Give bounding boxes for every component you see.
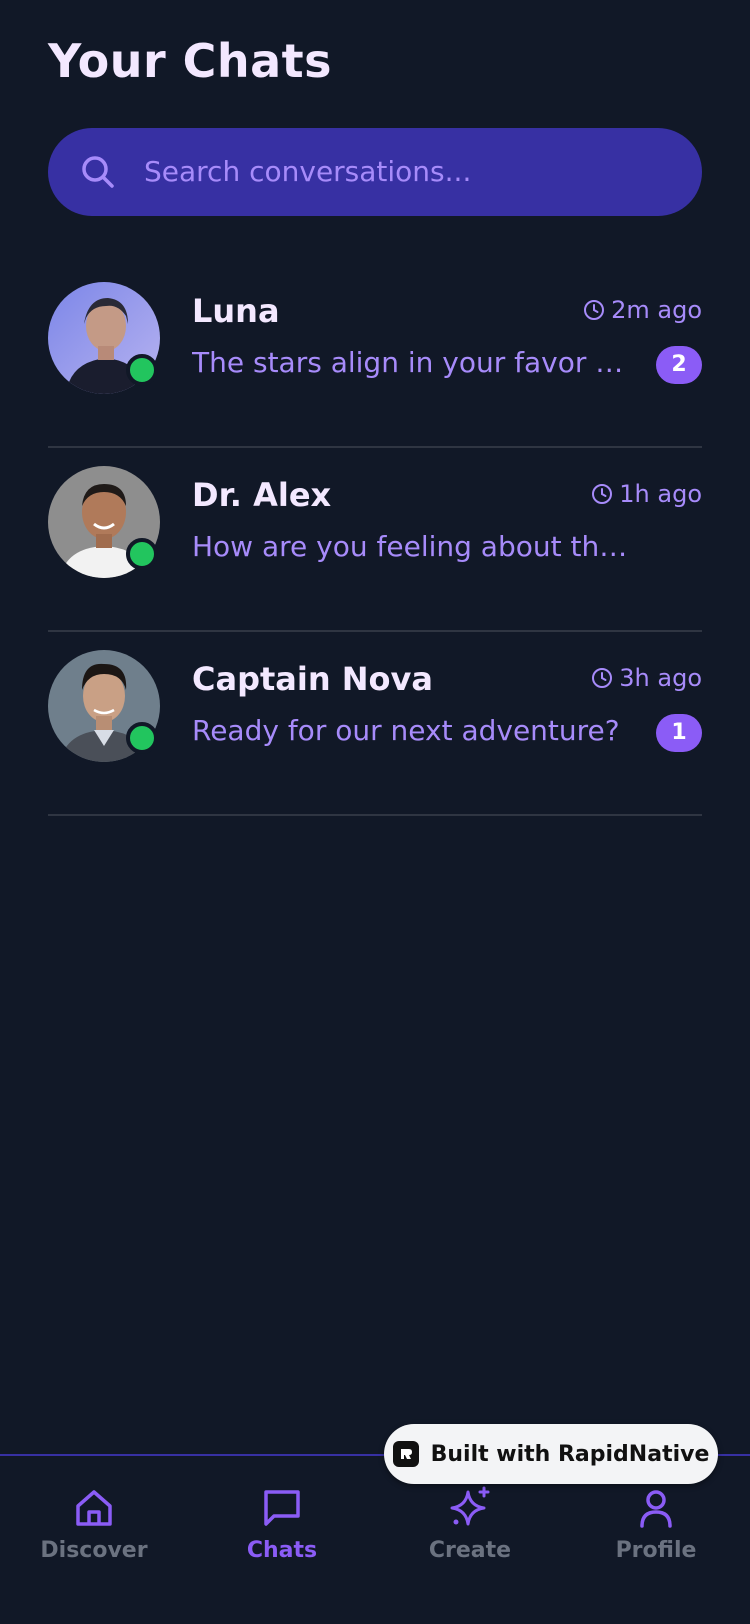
sparkle-icon bbox=[390, 1486, 550, 1530]
nav-tab-discover[interactable]: Discover bbox=[14, 1486, 174, 1560]
chat-name: Dr. Alex bbox=[192, 476, 332, 514]
chat-name: Luna bbox=[192, 292, 280, 330]
chat-timestamp: 3h ago bbox=[591, 664, 702, 692]
nav-tab-chats[interactable]: Chats bbox=[202, 1486, 362, 1560]
nav-label: Create bbox=[428, 1538, 512, 1560]
chat-timestamp: 2m ago bbox=[583, 296, 702, 324]
nav-label: Chats bbox=[246, 1538, 318, 1560]
clock-icon bbox=[591, 483, 613, 505]
nav-label: Discover bbox=[40, 1538, 148, 1560]
built-with-label: Built with RapidNative bbox=[430, 1441, 710, 1467]
online-status-indicator bbox=[126, 354, 158, 386]
rapidnative-logo-icon bbox=[392, 1441, 419, 1467]
search-icon bbox=[80, 154, 116, 190]
page-title: Your Chats bbox=[48, 34, 333, 88]
search-bar[interactable]: Search conversations... bbox=[48, 128, 702, 216]
search-input[interactable]: Search conversations... bbox=[144, 128, 471, 216]
chat-name: Captain Nova bbox=[192, 660, 433, 698]
clock-icon bbox=[591, 667, 613, 689]
unread-badge: 1 bbox=[656, 714, 702, 752]
clock-icon bbox=[583, 299, 605, 321]
chat-preview: How are you feeling about that? bbox=[192, 530, 632, 563]
chat-timestamp: 1h ago bbox=[591, 480, 702, 508]
nav-tab-create[interactable]: Create bbox=[390, 1486, 550, 1560]
built-with-badge[interactable]: Built with RapidNative bbox=[384, 1424, 718, 1484]
home-icon bbox=[14, 1486, 174, 1530]
online-status-indicator bbox=[126, 538, 158, 570]
nav-tab-profile[interactable]: Profile bbox=[576, 1486, 736, 1560]
chat-preview: Ready for our next adventure? bbox=[192, 714, 620, 747]
chat-time-text: 3h ago bbox=[619, 664, 702, 692]
chat-time-text: 2m ago bbox=[611, 296, 702, 324]
nav-label: Profile bbox=[615, 1538, 697, 1560]
chat-bubble-icon bbox=[202, 1486, 362, 1530]
unread-badge: 2 bbox=[656, 346, 702, 384]
chat-preview: The stars align in your favor tod... bbox=[192, 346, 632, 379]
chat-item-dr-alex[interactable]: Dr. Alex 1h ago How are you feeling abou… bbox=[48, 448, 702, 632]
online-status-indicator bbox=[126, 722, 158, 754]
chat-item-captain-nova[interactable]: Captain Nova 3h ago Ready for our next a… bbox=[48, 632, 702, 816]
chat-item-luna[interactable]: Luna 2m ago The stars align in your favo… bbox=[48, 264, 702, 448]
chat-time-text: 1h ago bbox=[619, 480, 702, 508]
user-icon bbox=[576, 1486, 736, 1530]
